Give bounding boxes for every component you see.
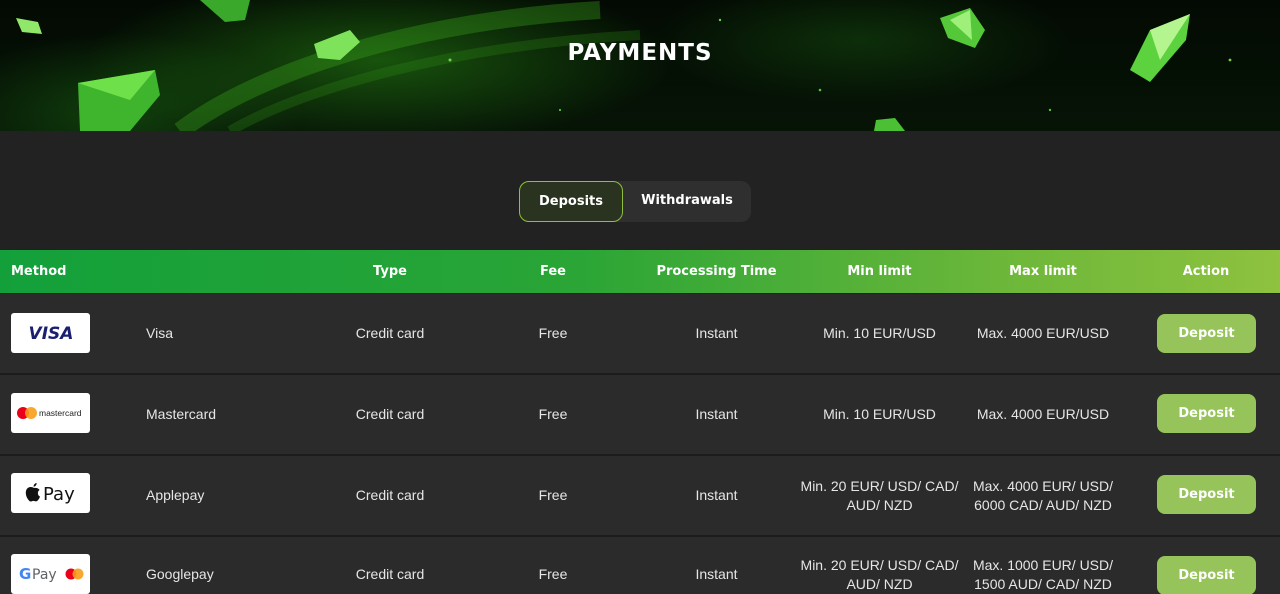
min-limit: Min. 10 EUR/USD <box>823 406 936 422</box>
method-processing-time: Instant <box>695 487 738 503</box>
method-processing-time: Instant <box>695 325 738 341</box>
method-fee: Free <box>538 406 568 422</box>
max-limit: Max. 4000 EUR/USD <box>976 325 1110 341</box>
method-processing-time: Instant <box>695 406 738 422</box>
table-row: mastercard Mastercard Credit card Free I… <box>0 375 1280 454</box>
min-limit: Min. 20 EUR/ USD/ CAD/ AUD/ NZD <box>800 537 959 594</box>
max-limit-line: 1500 AUD/ CAD/ NZD <box>974 575 1112 592</box>
deposit-button[interactable]: Deposit <box>1157 394 1256 433</box>
method-processing-time: Instant <box>695 566 738 582</box>
min-limit-line: Min. 20 EUR/ USD/ CAD/ <box>800 556 959 573</box>
deposit-button[interactable]: Deposit <box>1157 314 1256 353</box>
column-header-type: Type <box>373 264 407 279</box>
table-row: G Pay Googlepay Credit card Free Instant… <box>0 537 1280 594</box>
tab-withdrawals[interactable]: Withdrawals <box>623 181 751 222</box>
column-header-max-limit: Max limit <box>1009 264 1077 279</box>
svg-text:G: G <box>19 565 31 583</box>
method-fee: Free <box>538 325 568 341</box>
method-type: Credit card <box>355 487 425 503</box>
column-header-processing-time: Processing Time <box>656 264 777 279</box>
max-limit-line: 6000 CAD/ AUD/ NZD <box>974 496 1112 513</box>
deposit-button[interactable]: Deposit <box>1157 556 1256 594</box>
min-limit: Min. 20 EUR/ USD/ CAD/ AUD/ NZD <box>800 456 959 535</box>
max-limit: Max. 4000 EUR/ USD/ 6000 CAD/ AUD/ NZD <box>963 456 1123 535</box>
payment-type-tabs: Deposits Withdrawals <box>519 181 751 222</box>
method-name: Googlepay <box>146 566 214 582</box>
max-limit: Max. 4000 EUR/USD <box>976 406 1110 422</box>
visa-logo: VISA <box>11 313 90 353</box>
column-header-min-limit: Min limit <box>847 264 912 279</box>
column-header-action: Action <box>1182 264 1230 279</box>
max-limit-line: Max. 4000 EUR/ USD/ <box>972 477 1114 494</box>
applepay-logo: Pay <box>11 473 90 513</box>
mastercard-logo: mastercard <box>11 393 90 433</box>
max-limit-line: Max. 1000 EUR/ USD/ <box>972 556 1114 573</box>
googlepay-logo: G Pay <box>11 554 90 594</box>
column-header-method: Method <box>11 264 67 279</box>
deposit-button[interactable]: Deposit <box>1157 475 1256 514</box>
svg-text:Pay: Pay <box>43 484 75 505</box>
max-limit: Max. 1000 EUR/ USD/ 1500 AUD/ CAD/ NZD <box>963 537 1123 594</box>
method-type: Credit card <box>355 566 425 582</box>
min-limit-line: AUD/ NZD <box>846 575 913 592</box>
page-banner: PAYMENTS <box>0 0 1280 131</box>
svg-text:VISA: VISA <box>28 324 73 342</box>
page-title: PAYMENTS <box>567 40 713 66</box>
method-fee: Free <box>538 566 568 582</box>
tab-deposits[interactable]: Deposits <box>519 181 623 222</box>
method-name: Mastercard <box>146 406 217 422</box>
column-header-fee: Fee <box>540 264 566 279</box>
method-type: Credit card <box>355 325 425 341</box>
svg-text:mastercard: mastercard <box>39 408 82 418</box>
method-type: Credit card <box>355 406 425 422</box>
svg-text:Pay: Pay <box>32 567 57 583</box>
table-row: Pay Applepay Credit card Free Instant Mi… <box>0 456 1280 535</box>
min-limit: Min. 10 EUR/USD <box>823 325 936 341</box>
table-header: Method Type Fee Processing Time Min limi… <box>0 250 1280 293</box>
method-name: Applepay <box>146 487 205 503</box>
min-limit-line: Min. 20 EUR/ USD/ CAD/ <box>800 477 959 494</box>
table-row: VISA Visa Credit card Free Instant Min. … <box>0 294 1280 373</box>
min-limit-line: AUD/ NZD <box>846 496 913 513</box>
method-name: Visa <box>146 325 173 341</box>
method-fee: Free <box>538 487 568 503</box>
